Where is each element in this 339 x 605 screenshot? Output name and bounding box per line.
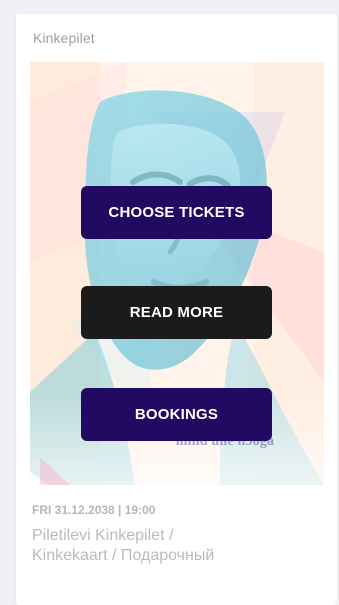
event-title-line-2: Kinkekaart / Подарочный [32,547,215,564]
read-more-button[interactable]: READ MORE [81,286,272,339]
event-title-line-1: Piletilevi Kinkepilet / [32,527,174,544]
event-card[interactable]: Kinkepilet mind une n3oga CHOOSE TICKETS… [16,14,337,605]
choose-tickets-button[interactable]: CHOOSE TICKETS [81,186,272,239]
choose-tickets-label: CHOOSE TICKETS [108,204,245,221]
bookings-label: BOOKINGS [134,406,219,423]
event-title: Piletilevi Kinkepilet / Kinkekaart / Под… [32,526,324,566]
bookings-button[interactable]: BOOKINGS [81,388,272,441]
card-top-label: Kinkepilet [33,30,95,46]
event-date-time: FRI 31.12.2038 | 19:00 [32,503,156,517]
read-more-label: READ MORE [129,304,224,321]
event-poster[interactable]: mind une n3oga CHOOSE TICKETS READ MORE … [30,62,324,485]
